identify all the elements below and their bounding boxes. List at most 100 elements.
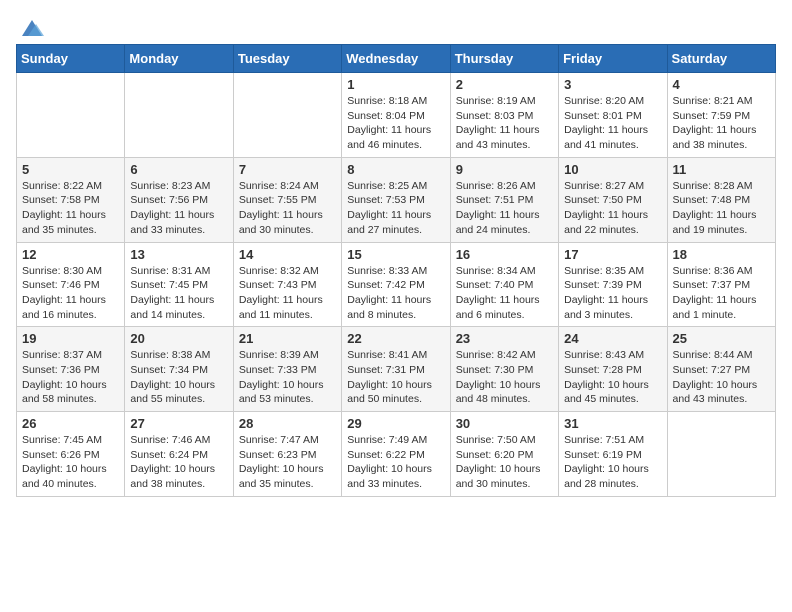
day-info: Sunrise: 8:23 AMSunset: 7:56 PMDaylight:… <box>130 179 227 238</box>
weekday-header-saturday: Saturday <box>667 45 775 73</box>
day-info: Sunrise: 8:19 AMSunset: 8:03 PMDaylight:… <box>456 94 553 153</box>
day-number: 2 <box>456 77 553 92</box>
day-info: Sunrise: 8:33 AMSunset: 7:42 PMDaylight:… <box>347 264 444 323</box>
calendar-cell: 23 Sunrise: 8:42 AMSunset: 7:30 PMDayligh… <box>450 327 558 412</box>
calendar-cell: 15Sunrise: 8:33 AMSunset: 7:42 PMDayligh… <box>342 242 450 327</box>
day-number: 30 <box>456 416 553 431</box>
day-number: 13 <box>130 247 227 262</box>
day-info: Sunrise: 8:34 AMSunset: 7:40 PMDaylight:… <box>456 264 553 323</box>
calendar-cell: 8 Sunrise: 8:25 AMSunset: 7:53 PMDaylight… <box>342 157 450 242</box>
calendar-cell: 2 Sunrise: 8:19 AMSunset: 8:03 PMDaylight… <box>450 73 558 158</box>
calendar-cell: 1 Sunrise: 8:18 AMSunset: 8:04 PMDaylight… <box>342 73 450 158</box>
calendar-cell: 6 Sunrise: 8:23 AMSunset: 7:56 PMDaylight… <box>125 157 233 242</box>
calendar-cell: 5 Sunrise: 8:22 AMSunset: 7:58 PMDaylight… <box>17 157 125 242</box>
calendar-cell: 14 Sunrise: 8:32 AMSunset: 7:43 PMDayligh… <box>233 242 341 327</box>
calendar-cell: 27 Sunrise: 7:46 AMSunset: 6:24 PMDayligh… <box>125 412 233 497</box>
day-info: Sunrise: 8:42 AMSunset: 7:30 PMDaylight:… <box>456 348 553 407</box>
day-info: Sunrise: 7:49 AMSunset: 6:22 PMDaylight:… <box>347 433 444 492</box>
day-number: 8 <box>347 162 444 177</box>
calendar-cell: 19 Sunrise: 8:37 AMSunset: 7:36 PMDayligh… <box>17 327 125 412</box>
calendar-cell: 25 Sunrise: 8:44 AMSunset: 7:27 PMDayligh… <box>667 327 775 412</box>
day-number: 5 <box>22 162 119 177</box>
calendar-cell: 31 Sunrise: 7:51 AMSunset: 6:19 PMDayligh… <box>559 412 667 497</box>
day-number: 16 <box>456 247 553 262</box>
day-number: 11 <box>673 162 770 177</box>
day-number: 28 <box>239 416 336 431</box>
day-number: 3 <box>564 77 661 92</box>
day-info: Sunrise: 8:30 AMSunset: 7:46 PMDaylight:… <box>22 264 119 323</box>
day-info: Sunrise: 7:50 AMSunset: 6:20 PMDaylight:… <box>456 433 553 492</box>
day-number: 23 <box>456 331 553 346</box>
day-number: 22 <box>347 331 444 346</box>
day-info: Sunrise: 8:24 AMSunset: 7:55 PMDaylight:… <box>239 179 336 238</box>
day-info: Sunrise: 8:44 AMSunset: 7:27 PMDaylight:… <box>673 348 770 407</box>
day-number: 27 <box>130 416 227 431</box>
day-number: 9 <box>456 162 553 177</box>
day-number: 31 <box>564 416 661 431</box>
day-number: 12 <box>22 247 119 262</box>
day-number: 20 <box>130 331 227 346</box>
day-info: Sunrise: 7:46 AMSunset: 6:24 PMDaylight:… <box>130 433 227 492</box>
day-info: Sunrise: 8:35 AMSunset: 7:39 PMDaylight:… <box>564 264 661 323</box>
day-number: 25 <box>673 331 770 346</box>
day-info: Sunrise: 8:27 AMSunset: 7:50 PMDaylight:… <box>564 179 661 238</box>
day-number: 7 <box>239 162 336 177</box>
calendar-cell: 26 Sunrise: 7:45 AMSunset: 6:26 PMDayligh… <box>17 412 125 497</box>
day-number: 19 <box>22 331 119 346</box>
calendar-cell: 24 Sunrise: 8:43 AMSunset: 7:28 PMDayligh… <box>559 327 667 412</box>
calendar-table: SundayMondayTuesdayWednesdayThursdayFrid… <box>16 44 776 497</box>
weekday-header-monday: Monday <box>125 45 233 73</box>
day-info: Sunrise: 8:20 AMSunset: 8:01 PMDaylight:… <box>564 94 661 153</box>
calendar-cell: 3 Sunrise: 8:20 AMSunset: 8:01 PMDaylight… <box>559 73 667 158</box>
day-number: 24 <box>564 331 661 346</box>
day-number: 18 <box>673 247 770 262</box>
calendar-cell: 16 Sunrise: 8:34 AMSunset: 7:40 PMDayligh… <box>450 242 558 327</box>
calendar-cell: 18 Sunrise: 8:36 AMSunset: 7:37 PMDayligh… <box>667 242 775 327</box>
day-info: Sunrise: 8:31 AMSunset: 7:45 PMDaylight:… <box>130 264 227 323</box>
calendar-cell: 21 Sunrise: 8:39 AMSunset: 7:33 PMDayligh… <box>233 327 341 412</box>
weekday-header-wednesday: Wednesday <box>342 45 450 73</box>
calendar-cell <box>233 73 341 158</box>
calendar-cell <box>17 73 125 158</box>
calendar-cell: 13 Sunrise: 8:31 AMSunset: 7:45 PMDayligh… <box>125 242 233 327</box>
calendar-cell: 4Sunrise: 8:21 AMSunset: 7:59 PMDaylight… <box>667 73 775 158</box>
day-info: Sunrise: 8:22 AMSunset: 7:58 PMDaylight:… <box>22 179 119 238</box>
weekday-header-tuesday: Tuesday <box>233 45 341 73</box>
day-info: Sunrise: 7:45 AMSunset: 6:26 PMDaylight:… <box>22 433 119 492</box>
weekday-header-friday: Friday <box>559 45 667 73</box>
day-info: Sunrise: 8:37 AMSunset: 7:36 PMDaylight:… <box>22 348 119 407</box>
calendar-cell: 17 Sunrise: 8:35 AMSunset: 7:39 PMDayligh… <box>559 242 667 327</box>
day-info: Sunrise: 7:51 AMSunset: 6:19 PMDaylight:… <box>564 433 661 492</box>
day-number: 6 <box>130 162 227 177</box>
calendar-cell: 30 Sunrise: 7:50 AMSunset: 6:20 PMDayligh… <box>450 412 558 497</box>
day-info: Sunrise: 8:32 AMSunset: 7:43 PMDaylight:… <box>239 264 336 323</box>
calendar-cell: 20Sunrise: 8:38 AMSunset: 7:34 PMDayligh… <box>125 327 233 412</box>
logo <box>16 16 46 36</box>
day-number: 10 <box>564 162 661 177</box>
day-info: Sunrise: 8:21 AMSunset: 7:59 PMDaylight:… <box>673 94 770 153</box>
day-info: Sunrise: 7:47 AMSunset: 6:23 PMDaylight:… <box>239 433 336 492</box>
day-number: 14 <box>239 247 336 262</box>
day-info: Sunrise: 8:36 AMSunset: 7:37 PMDaylight:… <box>673 264 770 323</box>
calendar-cell: 9 Sunrise: 8:26 AMSunset: 7:51 PMDaylight… <box>450 157 558 242</box>
day-info: Sunrise: 8:28 AMSunset: 7:48 PMDaylight:… <box>673 179 770 238</box>
calendar-cell <box>125 73 233 158</box>
calendar-cell <box>667 412 775 497</box>
day-info: Sunrise: 8:18 AMSunset: 8:04 PMDaylight:… <box>347 94 444 153</box>
weekday-header-sunday: Sunday <box>17 45 125 73</box>
weekday-header-thursday: Thursday <box>450 45 558 73</box>
day-info: Sunrise: 8:26 AMSunset: 7:51 PMDaylight:… <box>456 179 553 238</box>
calendar-cell: 12 Sunrise: 8:30 AMSunset: 7:46 PMDayligh… <box>17 242 125 327</box>
calendar-cell: 11 Sunrise: 8:28 AMSunset: 7:48 PMDayligh… <box>667 157 775 242</box>
day-number: 17 <box>564 247 661 262</box>
day-number: 21 <box>239 331 336 346</box>
logo-icon <box>18 16 46 40</box>
day-info: Sunrise: 8:43 AMSunset: 7:28 PMDaylight:… <box>564 348 661 407</box>
calendar-cell: 28 Sunrise: 7:47 AMSunset: 6:23 PMDayligh… <box>233 412 341 497</box>
day-number: 1 <box>347 77 444 92</box>
calendar-cell: 10 Sunrise: 8:27 AMSunset: 7:50 PMDayligh… <box>559 157 667 242</box>
day-info: Sunrise: 8:25 AMSunset: 7:53 PMDaylight:… <box>347 179 444 238</box>
day-number: 26 <box>22 416 119 431</box>
calendar-cell: 22Sunrise: 8:41 AMSunset: 7:31 PMDayligh… <box>342 327 450 412</box>
day-info: Sunrise: 8:39 AMSunset: 7:33 PMDaylight:… <box>239 348 336 407</box>
